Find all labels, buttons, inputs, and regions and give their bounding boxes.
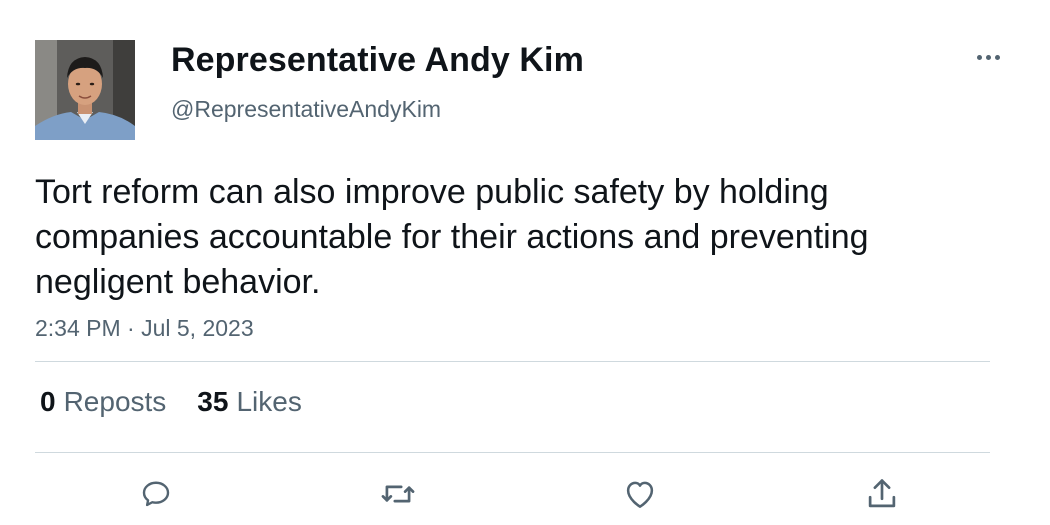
- reposts-count: 0: [40, 386, 56, 417]
- repost-arrows-icon: [381, 485, 415, 503]
- reposts-label: Reposts: [63, 386, 167, 417]
- like-button[interactable]: [620, 474, 660, 514]
- reply-button[interactable]: [136, 474, 176, 514]
- divider: [35, 361, 990, 362]
- tweet-text: Tort reform can also improve public safe…: [35, 173, 869, 301]
- display-name[interactable]: Representative Andy Kim: [171, 41, 584, 80]
- likes-label: Likes: [236, 386, 302, 417]
- user-handle[interactable]: @RepresentativeAndyKim: [171, 96, 441, 123]
- repost-button[interactable]: [378, 474, 418, 514]
- more-dot-icon: [994, 54, 1000, 60]
- likes-stat[interactable]: 35 Likes: [197, 386, 302, 418]
- speech-bubble-icon: [142, 481, 170, 507]
- reposts-stat[interactable]: 0 Reposts: [40, 386, 166, 418]
- tweet-card: Representative Andy Kim @RepresentativeA…: [0, 0, 1050, 525]
- heart-icon: [626, 481, 654, 508]
- more-dot-icon: [985, 54, 991, 60]
- engagement-stats: 0 Reposts 35 Likes: [40, 386, 302, 418]
- profile-photo-icon: [35, 40, 135, 140]
- share-button[interactable]: [862, 474, 902, 514]
- avatar[interactable]: [35, 40, 135, 140]
- divider: [35, 452, 990, 453]
- share-upload-icon: [868, 479, 896, 508]
- more-dot-icon: [976, 54, 982, 60]
- likes-count: 35: [197, 386, 229, 417]
- timestamp[interactable]: 2:34 PM · Jul 5, 2023: [35, 315, 254, 342]
- more-options-button[interactable]: [970, 44, 1006, 70]
